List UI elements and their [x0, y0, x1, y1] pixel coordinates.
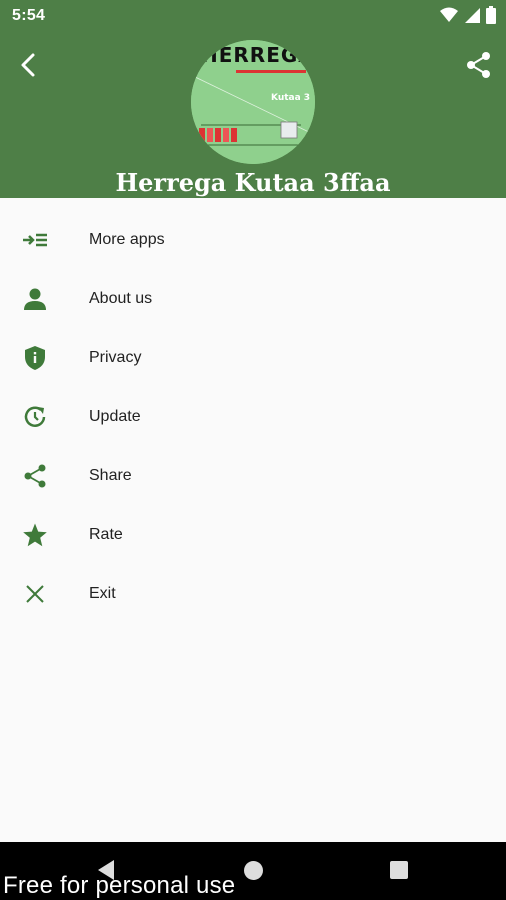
status-bar: 5:54 — [0, 0, 506, 32]
logo-text: HERREGA — [201, 43, 315, 67]
update-icon — [22, 404, 48, 430]
wifi-icon — [440, 7, 458, 22]
drawer-header: HERREGA Kutaa 3 Herrega Kutaa 3ffaa — [0, 32, 506, 198]
header-share-button[interactable] — [464, 50, 494, 80]
shield-icon — [22, 345, 48, 371]
menu-label-privacy: Privacy — [89, 348, 142, 366]
menu-label-about-us: About us — [89, 289, 153, 307]
menu-label-share: Share — [89, 466, 132, 484]
menu-label-rate: Rate — [89, 525, 123, 543]
status-icons — [440, 6, 496, 24]
drawer-menu: More apps About us Privacy Update Share … — [0, 210, 506, 623]
menu-item-about-us[interactable]: About us — [0, 269, 506, 328]
nav-home-button[interactable] — [244, 861, 263, 880]
back-button[interactable] — [14, 50, 44, 80]
logo-subtitle: Kutaa 3 — [271, 93, 310, 103]
more-apps-icon — [22, 227, 48, 253]
app-logo: HERREGA Kutaa 3 — [191, 40, 315, 164]
menu-item-privacy[interactable]: Privacy — [0, 328, 506, 387]
chevron-left-icon — [21, 53, 35, 77]
person-icon — [22, 286, 48, 312]
share-icon — [467, 52, 490, 78]
signal-icon — [465, 8, 480, 23]
status-time: 5:54 — [12, 7, 46, 24]
menu-item-exit[interactable]: Exit — [0, 564, 506, 623]
battery-icon — [486, 6, 496, 24]
menu-item-more-apps[interactable]: More apps — [0, 210, 506, 269]
star-icon — [22, 522, 48, 548]
menu-item-rate[interactable]: Rate — [0, 505, 506, 564]
nav-recents-button[interactable] — [390, 861, 408, 879]
menu-item-share[interactable]: Share — [0, 446, 506, 505]
watermark-text: Free for personal use — [3, 872, 236, 899]
menu-label-exit: Exit — [89, 584, 116, 602]
menu-label-more-apps: More apps — [89, 230, 165, 248]
app-title: Herrega Kutaa 3ffaa — [115, 168, 391, 197]
close-icon — [22, 581, 48, 607]
share-icon — [22, 463, 48, 489]
menu-item-update[interactable]: Update — [0, 387, 506, 446]
menu-label-update: Update — [89, 407, 141, 425]
